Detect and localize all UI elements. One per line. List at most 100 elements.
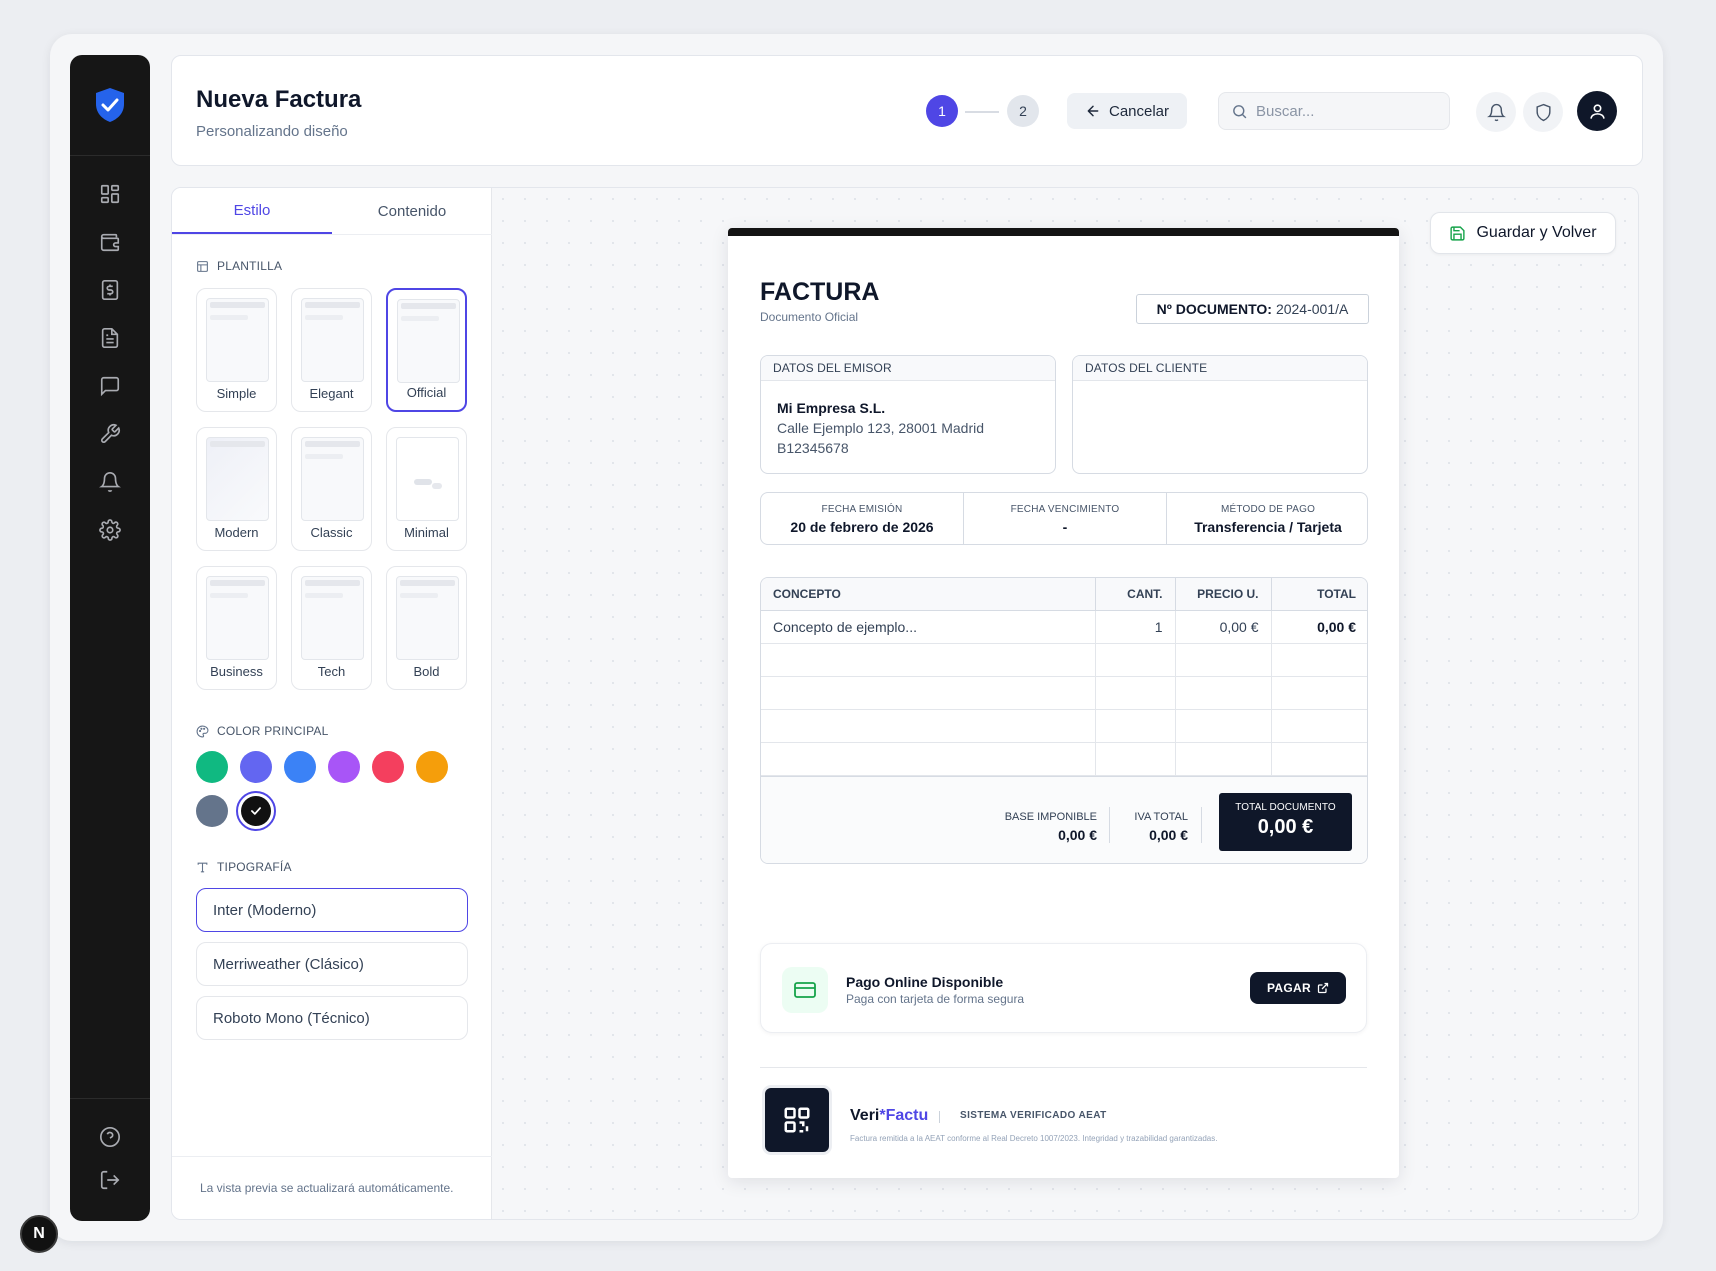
check-icon — [251, 807, 261, 815]
totals-row: BASE IMPONIBLE 0,00 € IVA TOTAL 0,00 € T… — [761, 776, 1367, 863]
items-table-box: CONCEPTO CANT. PRECIO U. TOTAL Concepto … — [760, 577, 1368, 864]
col-total: TOTAL — [1271, 578, 1367, 611]
editor-main: Estilo Contenido PLANTILLA Simple Elegan… — [171, 187, 1639, 1220]
dashboard-icon[interactable] — [99, 183, 121, 205]
items-table: CONCEPTO CANT. PRECIO U. TOTAL Concepto … — [761, 578, 1367, 776]
template-label: Official — [406, 385, 447, 400]
color-swatch-rose[interactable] — [372, 751, 404, 783]
step-1-indicator[interactable]: 1 — [926, 95, 958, 127]
search-input[interactable] — [1256, 102, 1436, 120]
template-official[interactable]: Official — [386, 288, 467, 412]
tab-contenido[interactable]: Contenido — [332, 188, 492, 234]
col-precio: PRECIO U. — [1175, 578, 1272, 611]
tab-estilo[interactable]: Estilo — [172, 188, 332, 234]
cancel-button[interactable]: Cancelar — [1067, 93, 1187, 129]
document-icon[interactable] — [99, 327, 121, 349]
font-option-merriweather[interactable]: Merriweather (Clásico) — [196, 942, 468, 986]
document-number-value: 2024-001/A — [1275, 301, 1349, 317]
search-box[interactable] — [1218, 92, 1450, 130]
color-swatch-indigo[interactable] — [240, 751, 272, 783]
payment-subtitle: Paga con tarjeta de forma segura — [846, 992, 1025, 1006]
meta-fecha-emision: FECHA EMISIÓN 20 de febrero de 2026 — [790, 504, 934, 535]
billing-icon[interactable] — [99, 279, 121, 301]
invoice-meta-box: FECHA EMISIÓN 20 de febrero de 2026 FECH… — [760, 492, 1368, 545]
cancel-label: Cancelar — [1108, 102, 1170, 120]
cliente-box: DATOS DEL CLIENTE — [1072, 355, 1368, 474]
color-swatch-black-selected[interactable] — [236, 791, 276, 831]
footer-divider — [760, 1067, 1367, 1068]
credit-card-icon — [782, 967, 828, 1013]
cell-precio: 0,00 € — [1175, 610, 1272, 644]
template-elegant[interactable]: Elegant — [291, 288, 372, 412]
page-title: Nueva Factura — [196, 86, 362, 113]
verifactu-logo: Veri*Factu — [850, 1107, 929, 1124]
notifications-button[interactable] — [1476, 92, 1516, 132]
user-avatar[interactable] — [1577, 91, 1617, 131]
template-classic[interactable]: Classic — [291, 427, 372, 551]
meta-fecha-vencimiento: FECHA VENCIMIENTO - — [1010, 504, 1120, 535]
base-imponible: BASE IMPONIBLE 0,00 € — [1004, 811, 1097, 843]
invoice-subtitle: Documento Oficial — [760, 310, 859, 324]
meta-metodo-pago: MÉTODO DE PAGO Transferencia / Tarjeta — [1194, 504, 1342, 535]
emisor-nif: B12345678 — [777, 440, 849, 456]
wallet-icon[interactable] — [99, 231, 121, 253]
nextjs-dev-badge[interactable]: N — [20, 1215, 58, 1253]
font-option-roboto-mono[interactable]: Roboto Mono (Técnico) — [196, 996, 468, 1040]
emisor-box: DATOS DEL EMISOR Mi Empresa S.L. Calle E… — [760, 355, 1056, 474]
template-business[interactable]: Business — [196, 566, 277, 690]
template-label: Simple — [216, 386, 257, 401]
total-documento: TOTAL DOCUMENTO 0,00 € — [1219, 793, 1352, 851]
pay-label: PAGAR — [1267, 981, 1311, 995]
qr-code-icon — [765, 1088, 829, 1152]
external-link-icon — [1317, 982, 1329, 994]
template-label: Modern — [214, 525, 259, 540]
template-label: Elegant — [309, 386, 354, 401]
tabs-divider — [172, 234, 492, 235]
logout-icon[interactable] — [99, 1169, 121, 1191]
color-swatch-amber[interactable] — [416, 751, 448, 783]
save-and-return-button[interactable]: Guardar y Volver — [1430, 212, 1616, 254]
shield-check-logo-icon[interactable] — [94, 87, 126, 123]
template-bold[interactable]: Bold — [386, 566, 467, 690]
template-modern[interactable]: Modern — [196, 427, 277, 551]
table-row-empty — [761, 643, 1367, 677]
template-simple[interactable]: Simple — [196, 288, 277, 412]
emisor-header: DATOS DEL EMISOR — [761, 356, 1055, 381]
settings-panel: Estilo Contenido PLANTILLA Simple Elegan… — [172, 188, 492, 1219]
help-icon[interactable] — [99, 1126, 121, 1148]
document-number: Nº DOCUMENTO: 2024-001/A — [1136, 294, 1369, 324]
verifactu-note: Factura remitida a la AEAT conforme al R… — [850, 1134, 1218, 1143]
verifactu-system-label: SISTEMA VERIFICADO AEAT — [960, 1110, 1107, 1121]
template-label: Classic — [310, 525, 353, 540]
auto-update-note: La vista previa se actualizará automátic… — [172, 1156, 492, 1219]
template-tech[interactable]: Tech — [291, 566, 372, 690]
table-row-empty — [761, 676, 1367, 710]
template-label: Minimal — [404, 525, 449, 540]
color-swatch-slate[interactable] — [196, 795, 228, 827]
message-icon[interactable] — [99, 375, 121, 397]
color-swatch-green[interactable] — [196, 751, 228, 783]
page-header: Nueva Factura Personalizando diseño 1 2 … — [171, 55, 1643, 166]
col-concepto: CONCEPTO — [761, 578, 1096, 611]
typography-section-label: TIPOGRAFÍA — [196, 860, 292, 874]
wrench-icon[interactable] — [99, 423, 121, 445]
template-minimal[interactable]: Minimal — [386, 427, 467, 551]
color-swatch-purple[interactable] — [328, 751, 360, 783]
sidebar-divider — [70, 155, 150, 156]
invoice-preview: FACTURA Documento Oficial Nº DOCUMENTO: … — [728, 228, 1399, 1178]
color-swatch-blue[interactable] — [284, 751, 316, 783]
payment-title: Pago Online Disponible — [846, 974, 1004, 990]
step-2-indicator[interactable]: 2 — [1007, 95, 1039, 127]
table-row: Concepto de ejemplo... 1 0,00 € 0,00 € — [761, 610, 1367, 644]
font-option-inter[interactable]: Inter (Moderno) — [196, 888, 468, 932]
bell-icon[interactable] — [99, 471, 121, 493]
table-row-empty — [761, 709, 1367, 743]
pay-button[interactable]: PAGAR — [1250, 972, 1346, 1004]
arrow-left-icon — [1087, 105, 1099, 117]
sidebar — [70, 55, 150, 1221]
security-button[interactable] — [1523, 92, 1563, 132]
col-cant: CANT. — [1095, 578, 1176, 611]
settings-gear-icon[interactable] — [99, 519, 121, 541]
emisor-address: Calle Ejemplo 123, 28001 Madrid — [777, 420, 985, 436]
cell-total: 0,00 € — [1271, 610, 1367, 644]
